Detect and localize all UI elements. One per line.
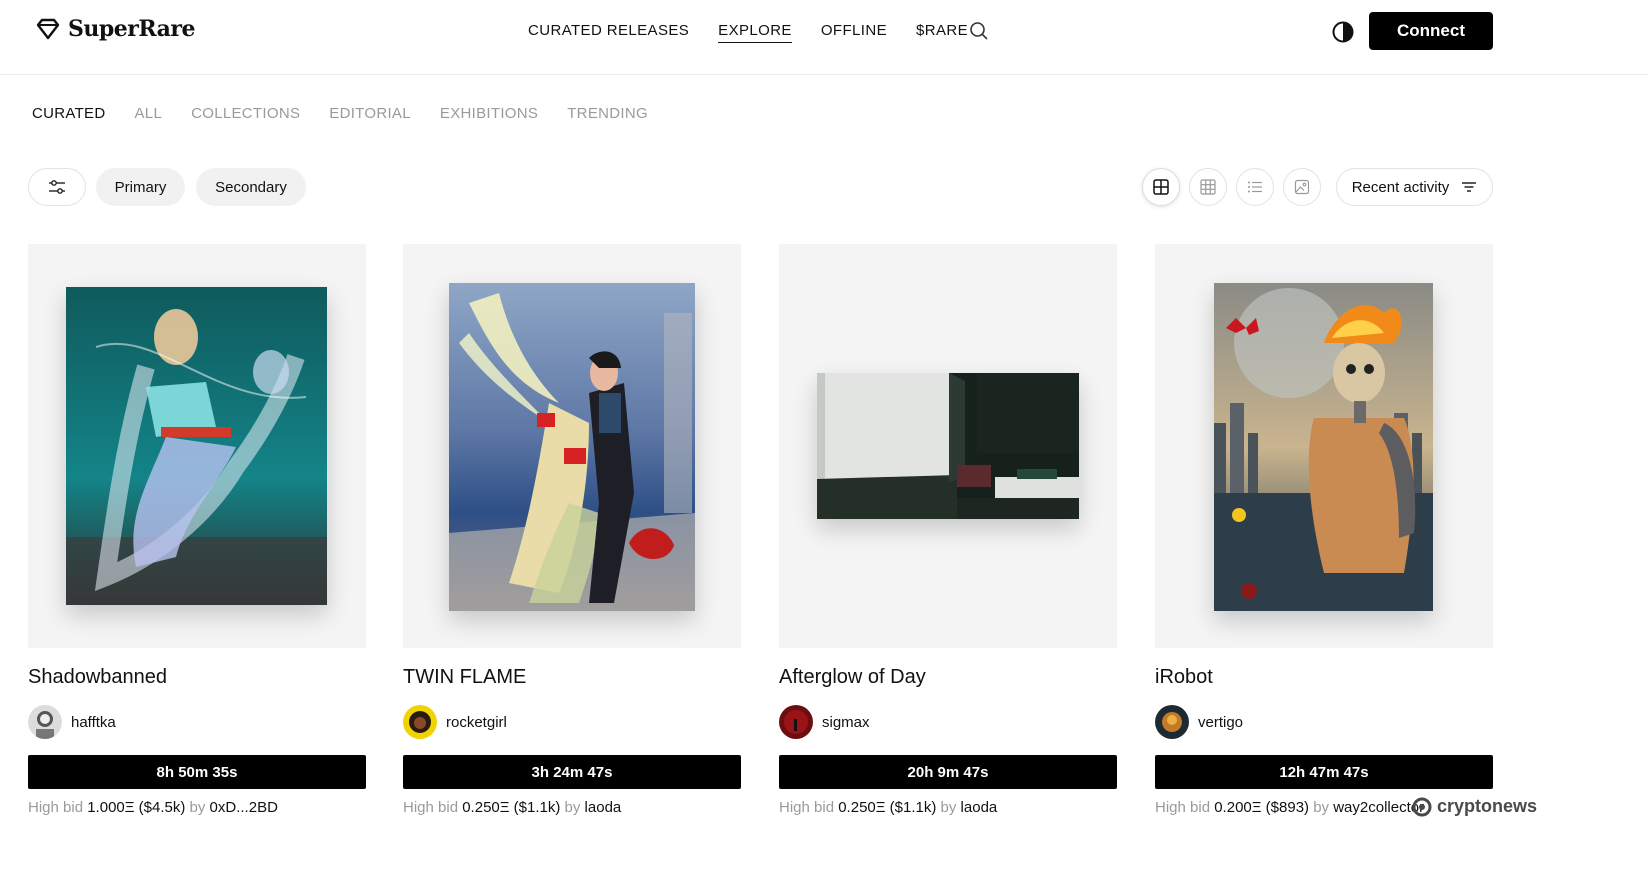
high-bid-info: High bid 0.250Ξ ($1.1k) by laoda — [779, 799, 997, 816]
bid-amount: 0.250Ξ ($1.1k) — [838, 799, 937, 816]
list-icon — [1248, 181, 1262, 193]
avatar — [28, 705, 62, 739]
avatar — [779, 705, 813, 739]
artwork-image[interactable] — [66, 287, 327, 605]
primary-filter-button[interactable]: Primary — [96, 168, 185, 206]
explore-subnav: CURATED ALL COLLECTIONS EDITORIAL EXHIBI… — [32, 105, 648, 122]
diamond-logo-icon — [36, 18, 60, 40]
image-icon — [1294, 179, 1310, 195]
avatar — [403, 705, 437, 739]
large-grid-icon — [1153, 179, 1169, 195]
artwork-card[interactable]: Shadowbanned hafftka 8h 50m 35s High bid… — [28, 244, 366, 816]
bid-prefix: High bid — [779, 799, 835, 816]
artwork-media[interactable] — [779, 244, 1117, 648]
artwork-image[interactable] — [449, 283, 695, 611]
artist-name: rocketgirl — [446, 713, 507, 731]
bidder-name[interactable]: way2collector — [1333, 799, 1424, 816]
tab-all[interactable]: ALL — [135, 105, 163, 122]
nav-offline[interactable]: OFFLINE — [821, 22, 887, 43]
artwork-title[interactable]: Afterglow of Day — [779, 666, 926, 689]
sort-lines-icon — [1462, 182, 1477, 192]
tab-exhibitions[interactable]: EXHIBITIONS — [440, 105, 538, 122]
nav-explore[interactable]: EXPLORE — [718, 22, 792, 43]
artwork-media[interactable] — [1155, 244, 1493, 648]
artwork-title[interactable]: iRobot — [1155, 666, 1213, 689]
artist-link[interactable]: rocketgirl — [403, 705, 507, 739]
main-nav: CURATED RELEASES EXPLORE OFFLINE $RARE — [528, 22, 968, 43]
bid-by: by — [189, 799, 206, 816]
small-grid-icon — [1200, 179, 1216, 195]
auction-timer: 8h 50m 35s — [28, 755, 366, 789]
tab-collections[interactable]: COLLECTIONS — [191, 105, 300, 122]
superrare-logo[interactable]: SuperRare — [36, 16, 195, 42]
secondary-filter-button[interactable]: Secondary — [196, 168, 306, 206]
artwork-title[interactable]: TWIN FLAME — [403, 666, 526, 689]
small-grid-view-button[interactable] — [1189, 168, 1227, 206]
bid-prefix: High bid — [28, 799, 84, 816]
artwork-media[interactable] — [403, 244, 741, 648]
list-view-button[interactable] — [1236, 168, 1274, 206]
auction-timer: 3h 24m 47s — [403, 755, 741, 789]
auction-timer: 20h 9m 47s — [779, 755, 1117, 789]
artist-link[interactable]: hafftka — [28, 705, 116, 739]
artwork-image[interactable] — [817, 373, 1079, 519]
artwork-card[interactable]: Afterglow of Day sigmax 20h 9m 47s High … — [779, 244, 1117, 816]
high-bid-info: High bid 1.000Ξ ($4.5k) by 0xD...2BD — [28, 799, 278, 816]
high-bid-info: High bid 0.250Ξ ($1.1k) by laoda — [403, 799, 621, 816]
bid-by: by — [1313, 799, 1330, 816]
top-header: SuperRare CURATED RELEASES EXPLORE OFFLI… — [0, 0, 1648, 75]
high-bid-info: High bid 0.200Ξ ($893) by way2collector — [1155, 799, 1424, 816]
connect-button[interactable]: Connect — [1369, 12, 1493, 50]
tab-curated[interactable]: CURATED — [32, 105, 106, 122]
bid-prefix: High bid — [403, 799, 459, 816]
artwork-card[interactable]: iRobot vertigo 12h 47m 47s High bid 0.20… — [1155, 244, 1493, 816]
artist-link[interactable]: sigmax — [779, 705, 870, 739]
filter-sliders-button[interactable] — [28, 168, 86, 206]
bidder-name[interactable]: laoda — [961, 799, 998, 816]
artwork-title[interactable]: Shadowbanned — [28, 666, 167, 689]
avatar — [1155, 705, 1189, 739]
artist-name: vertigo — [1198, 713, 1244, 731]
sort-label: Recent activity — [1351, 178, 1450, 196]
cryptonews-watermark: cryptonews — [1412, 796, 1537, 817]
bid-amount: 0.250Ξ ($1.1k) — [462, 799, 561, 816]
bid-amount: 1.000Ξ ($4.5k) — [87, 799, 186, 816]
bidder-name[interactable]: 0xD...2BD — [210, 799, 278, 816]
bid-by: by — [940, 799, 957, 816]
bid-amount: 0.200Ξ ($893) — [1214, 799, 1310, 816]
theme-toggle-icon[interactable] — [1331, 20, 1355, 44]
cryptonews-logo-icon — [1412, 797, 1432, 816]
bid-prefix: High bid — [1155, 799, 1211, 816]
brand-name: SuperRare — [68, 16, 195, 42]
watermark-text: cryptonews — [1437, 796, 1538, 816]
artist-name: sigmax — [822, 713, 870, 731]
search-icon[interactable] — [968, 20, 990, 42]
bidder-name[interactable]: laoda — [585, 799, 622, 816]
tab-editorial[interactable]: EDITORIAL — [329, 105, 411, 122]
large-grid-view-button[interactable] — [1142, 168, 1180, 206]
artist-name: hafftka — [71, 713, 116, 731]
sort-dropdown[interactable]: Recent activity — [1336, 168, 1493, 206]
image-view-button[interactable] — [1283, 168, 1321, 206]
artwork-card[interactable]: TWIN FLAME rocketgirl 3h 24m 47s High bi… — [403, 244, 741, 816]
auction-timer: 12h 47m 47s — [1155, 755, 1493, 789]
sliders-icon — [49, 180, 65, 194]
artist-link[interactable]: vertigo — [1155, 705, 1243, 739]
tab-trending[interactable]: TRENDING — [567, 105, 648, 122]
nav-rare[interactable]: $RARE — [916, 22, 968, 43]
bid-by: by — [564, 799, 581, 816]
artwork-media[interactable] — [28, 244, 366, 648]
artwork-image[interactable] — [1214, 283, 1433, 611]
nav-curated-releases[interactable]: CURATED RELEASES — [528, 22, 689, 43]
